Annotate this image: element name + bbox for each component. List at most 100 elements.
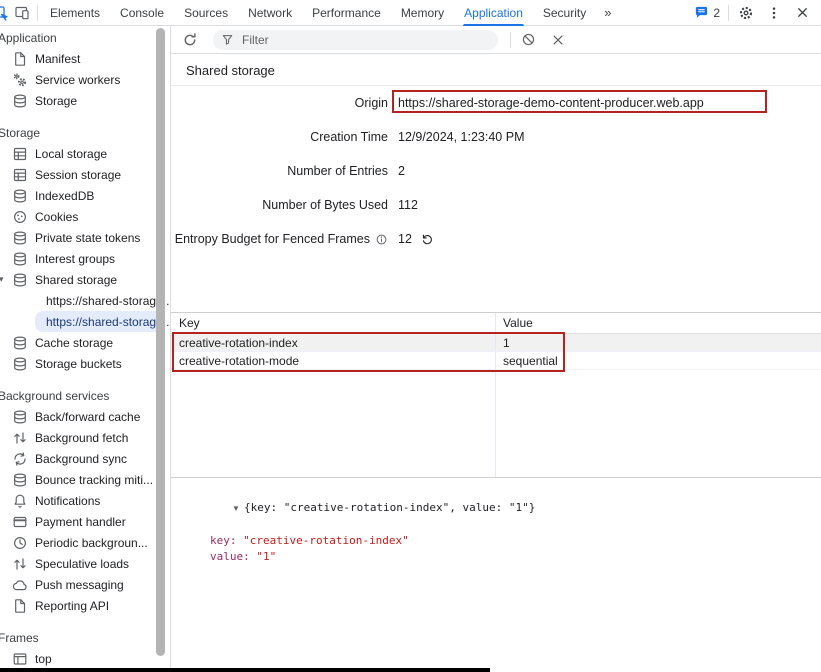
sidebar-item-https-shared-storage[interactable]: https://shared-storage... (35, 311, 165, 332)
application-sidebar: ApplicationManifestService workersStorag… (0, 26, 171, 672)
sidebar-item-storage[interactable]: Storage (0, 90, 170, 111)
database-icon (12, 230, 28, 246)
sidebar-item-back-forward-cache[interactable]: Back/forward cache (0, 406, 170, 427)
sidebar-item-background-sync[interactable]: Background sync (0, 448, 170, 469)
expand-triangle-icon[interactable]: ▼ (232, 501, 244, 517)
service-worker-icon (12, 72, 28, 88)
database-icon (12, 251, 28, 267)
sidebar-section-title: Storage (0, 123, 170, 143)
tab-network[interactable]: Network (238, 0, 302, 26)
meta-value-text: 112 (398, 198, 418, 212)
shared-storage-panel: Shared storage Originhttps://shared-stor… (171, 26, 821, 672)
sidebar-item-cookies[interactable]: Cookies (0, 206, 170, 227)
sidebar-section-title: Background services (0, 386, 170, 406)
sidebar-item-speculative-loads[interactable]: Speculative loads (0, 553, 170, 574)
sidebar-item-indexeddb[interactable]: IndexedDB (0, 185, 170, 206)
cell-key: creative-rotation-mode (171, 352, 496, 369)
chevron-down-icon[interactable]: ▾ (0, 274, 4, 284)
document-icon (12, 598, 28, 614)
sidebar-item-push-messaging[interactable]: Push messaging (0, 574, 170, 595)
sidebar-scrollbar[interactable] (156, 28, 165, 656)
sidebar-item-storage-buckets[interactable]: Storage buckets (0, 353, 170, 374)
meta-label-text: Entropy Budget for Fenced Frames (175, 232, 370, 246)
table-icon (12, 146, 28, 162)
device-toolbar-button[interactable] (9, 1, 35, 25)
frame-icon (12, 651, 28, 667)
sidebar-item-cache-storage[interactable]: Cache storage (0, 332, 170, 353)
sidebar-item-periodic-backgroun[interactable]: Periodic backgroun... (0, 532, 170, 553)
tabbar-actions: 2 (690, 1, 821, 25)
sidebar-item-label: Speculative loads (35, 557, 129, 571)
property-name: value: (210, 550, 250, 563)
sidebar-item-shared-storage[interactable]: ▾Shared storage (0, 269, 170, 290)
settings-gear-button[interactable] (733, 1, 759, 25)
property-value: "creative-rotation-index" (237, 534, 409, 547)
table-row-creative-rotation-index[interactable]: creative-rotation-index1 (171, 334, 821, 352)
sidebar-item-payment-handler[interactable]: Payment handler (0, 511, 170, 532)
grid-header-row: KeyValue (171, 313, 821, 334)
sidebar-item-bounce-tracking-miti[interactable]: Bounce tracking miti... (0, 469, 170, 490)
sidebar-item-reporting-api[interactable]: Reporting API (0, 595, 170, 616)
sidebar-item-notifications[interactable]: Notifications (0, 490, 170, 511)
preview-summary: {key: "creative-rotation-index", value: … (244, 501, 535, 514)
info-icon[interactable] (375, 233, 388, 246)
sync-icon (12, 451, 28, 467)
tab-performance[interactable]: Performance (302, 0, 391, 26)
preview-property-value: value: "1" (179, 549, 821, 565)
preview-summary-row[interactable]: ▼{key: "creative-rotation-index", value:… (179, 484, 821, 533)
separator (510, 32, 511, 48)
sidebar-item-label: Notifications (35, 494, 100, 508)
meta-value: 12 (398, 232, 434, 246)
devtools-tabbar: ElementsConsoleSourcesNetworkPerformance… (0, 0, 821, 26)
sidebar-item-label: IndexedDB (35, 189, 94, 203)
tab-memory[interactable]: Memory (391, 0, 454, 26)
sidebar-item-session-storage[interactable]: Session storage (0, 164, 170, 185)
reset-budget-icon[interactable] (421, 233, 434, 246)
meta-value: https://shared-storage-demo-content-prod… (398, 96, 704, 110)
sidebar-item-label: Cookies (35, 210, 78, 224)
sidebar-item-label: Storage (35, 94, 77, 108)
sidebar-item-label: Interest groups (35, 252, 115, 266)
sidebar-item-local-storage[interactable]: Local storage (0, 143, 170, 164)
sidebar-item-label: https://shared-storage... (46, 315, 171, 329)
database-icon (12, 409, 28, 425)
sidebar-item-manifest[interactable]: Manifest (0, 48, 170, 69)
more-tabs-button[interactable]: » (596, 5, 619, 20)
block-entries-button[interactable] (517, 29, 539, 51)
tab-application[interactable]: Application (454, 0, 533, 26)
meta-value-text: https://shared-storage-demo-content-prod… (398, 96, 704, 110)
sidebar-item-background-fetch[interactable]: Background fetch (0, 427, 170, 448)
issues-count: 2 (713, 6, 720, 20)
sidebar-item-service-workers[interactable]: Service workers (0, 69, 170, 90)
inspect-element-button[interactable] (0, 5, 9, 21)
clear-button[interactable] (547, 29, 569, 51)
sidebar-item-label: Reporting API (35, 599, 109, 613)
tab-sources[interactable]: Sources (174, 0, 238, 26)
database-icon (12, 93, 28, 109)
grid-rows: creative-rotation-index1creative-rotatio… (171, 334, 821, 370)
tab-security[interactable]: Security (533, 0, 596, 26)
table-row-creative-rotation-mode[interactable]: creative-rotation-modesequential (171, 352, 821, 370)
sidebar-item-private-state-tokens[interactable]: Private state tokens (0, 227, 170, 248)
sidebar-item-top[interactable]: top (0, 648, 170, 669)
document-icon (12, 51, 28, 67)
filter-input[interactable] (240, 32, 490, 48)
tab-elements[interactable]: Elements (40, 0, 110, 26)
sidebar-item-label: Private state tokens (35, 231, 140, 245)
issues-button[interactable]: 2 (690, 5, 724, 20)
sidebar-item-https-shared-storage[interactable]: https://shared-storage... (35, 290, 165, 311)
close-devtools-button[interactable] (789, 1, 815, 25)
separator (728, 5, 729, 21)
meta-label-text: Origin (355, 96, 388, 110)
tab-console[interactable]: Console (110, 0, 174, 26)
bell-icon (12, 493, 28, 509)
sidebar-item-label: Service workers (35, 73, 120, 87)
kebab-menu-button[interactable] (761, 1, 787, 25)
metadata-report: Origin https://shared-storage-demo-conten… (171, 86, 821, 256)
property-value: "1" (250, 550, 277, 563)
database-icon (12, 335, 28, 351)
grid-empty-value-column (496, 370, 821, 477)
panel-toolbar (171, 26, 821, 54)
refresh-button[interactable] (179, 29, 201, 51)
sidebar-item-interest-groups[interactable]: Interest groups (0, 248, 170, 269)
